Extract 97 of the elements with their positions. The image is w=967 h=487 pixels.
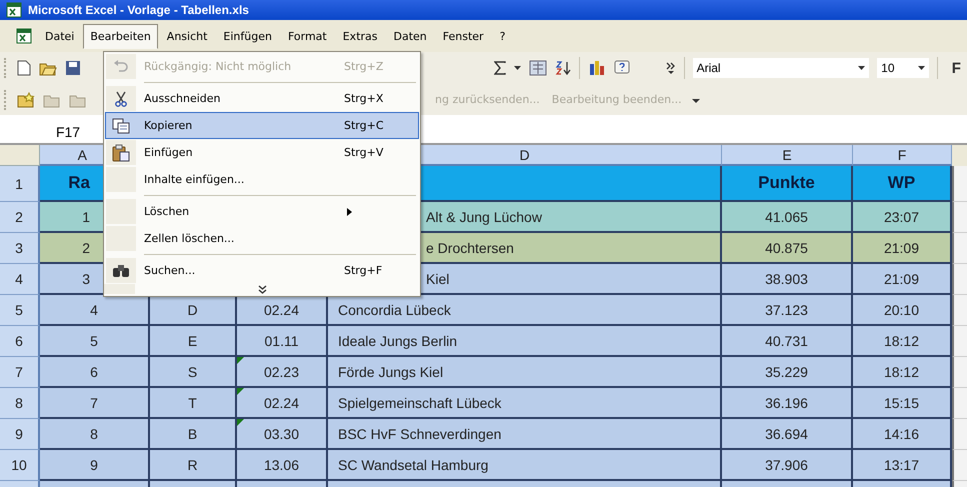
overflow-icon[interactable] [666,61,676,75]
window-title: Microsoft Excel - Vorlage - Tabellen.xls [28,3,249,17]
table-cell: 21:09 [853,233,952,264]
table-cell: 40.875 [722,233,853,264]
table-cell: 36.694 [722,419,853,450]
table-cell: 36.196 [722,388,853,419]
table-cell: 5 [40,326,150,357]
menu-entry[interactable]: Ausschneiden Strg+X [105,85,419,112]
table-cell: 14:16 [853,419,952,450]
table-cell: WP [853,166,952,202]
table-cell: 02.23 [237,357,328,388]
undo-icon [113,60,129,74]
table-cell: Spielgemeinschaft Lübeck [328,388,722,419]
caret-icon [918,66,925,70]
table-cell: 13:17 [853,450,952,481]
row-header[interactable]: 5 [0,295,40,326]
spreadsheet-app-icon [6,2,22,18]
bold-button[interactable]: F [946,60,967,76]
table-cell: 18:12 [853,357,952,388]
menu-entry[interactable]: Zellen löschen... [105,225,419,252]
table-cell: 37.123 [722,295,853,326]
table-cell: 37.906 [722,450,853,481]
font-size-dropdown[interactable]: 10 [877,58,929,78]
row-header[interactable]: 7 [0,357,40,388]
scissors-icon [114,90,128,106]
column-header[interactable]: E [722,145,853,166]
caret-icon [858,66,866,70]
row-header[interactable]: 4 [0,264,40,295]
table-cell: 40.731 [722,326,853,357]
table-cell: SC Wandsetal Hamburg [328,450,722,481]
table-cell: S [150,357,237,388]
help-icon[interactable] [614,60,630,76]
column-header[interactable]: F [853,145,952,166]
table-cell: 18:12 [853,326,952,357]
menu-item[interactable]: Datei [38,24,82,48]
table-cell: 6 [40,357,150,388]
clipboard-icon [112,144,130,162]
table-cell: 7 [40,388,150,419]
row-header[interactable]: 2 [0,202,40,233]
table-cell: 23:07 [853,202,952,233]
sum-icon[interactable] [494,61,506,75]
table-cell: D [150,295,237,326]
table-cell: E [150,326,237,357]
table-cell: 21:09 [853,264,952,295]
row-header[interactable]: 6 [0,326,40,357]
row-header[interactable]: 3 [0,233,40,264]
document-icon[interactable] [16,28,32,44]
table-cell: Ideale Jungs Berlin [328,326,722,357]
binoculars-icon [112,264,130,278]
folder-star-icon[interactable] [17,92,35,108]
table-cell: 35.229 [722,357,853,388]
table-cell: 01.11 [237,326,328,357]
row-header[interactable]: 1 [0,166,40,202]
table-cell: 20:10 [853,295,952,326]
expand-menu-icon[interactable] [258,284,266,294]
table-cell: 4 [40,295,150,326]
menu-entry[interactable]: Kopieren Strg+C [105,112,419,139]
menu-item[interactable]: Bearbeiten [83,24,158,48]
submenu-arrow-icon [347,208,352,216]
table-cell: 38.903 [722,264,853,295]
table-cell: 41.065 [722,202,853,233]
caret-icon[interactable] [692,96,700,102]
menu-item[interactable]: Extras [336,24,385,48]
row-header[interactable]: 10 [0,450,40,481]
save-icon[interactable] [64,60,81,76]
table-cell: 02.24 [237,295,328,326]
row-header[interactable]: 8 [0,388,40,419]
table-icon[interactable] [528,60,547,76]
sort-icon[interactable] [554,60,571,76]
table-cell: Förde Jungs Kiel [328,357,722,388]
table-cell: R [150,450,237,481]
table-cell: 02.24 [237,388,328,419]
new-document-icon[interactable] [16,60,31,76]
table-cell: B [150,419,237,450]
table-cell: BSC HvF Schneverdingen [328,419,722,450]
row-header[interactable]: 9 [0,419,40,450]
menu-entry[interactable]: Inhalte einfügen... [105,166,419,193]
table-cell: Punkte [722,166,853,202]
table-cell: 9 [40,450,150,481]
table-cell: Concordia Lübeck [328,295,722,326]
menu-item[interactable]: Daten [386,24,434,48]
menu-item[interactable]: Ansicht [160,24,214,48]
table-cell: 13.06 [237,450,328,481]
table-cell: 15:15 [853,388,952,419]
menu-entry[interactable]: Löschen [105,198,419,225]
bar-chart-icon[interactable] [588,60,606,76]
menu-item[interactable]: Fenster [436,24,491,48]
menu-item[interactable]: Einfügen [216,24,279,48]
table-cell: 03.30 [237,419,328,450]
table-cell: 8 [40,419,150,450]
table-cell: T [150,388,237,419]
font-dropdown[interactable]: Arial [692,58,870,78]
copy-icon [112,118,130,134]
menu-item[interactable]: ? [492,24,512,48]
caret-icon[interactable] [514,66,521,70]
menu-item[interactable]: Format [280,24,334,48]
menu-entry[interactable]: Suchen... Strg+F [105,257,419,284]
